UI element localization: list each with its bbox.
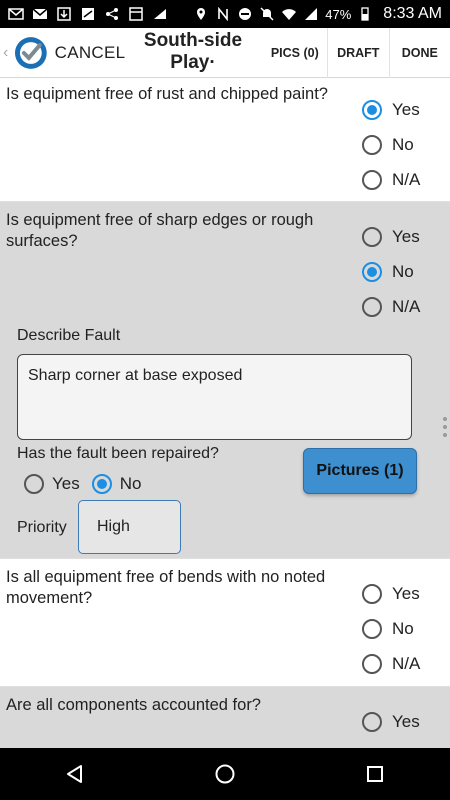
pictures-button[interactable]: Pictures (1) (303, 448, 417, 494)
option-yes[interactable]: Yes (362, 704, 420, 739)
repaired-options: Yes No (24, 471, 153, 497)
question-sharp-edges: Is equipment free of sharp edges or roug… (0, 202, 450, 559)
option-yes[interactable]: Yes (362, 576, 420, 611)
fault-description-input[interactable]: Sharp corner at base exposed (17, 354, 412, 440)
radio-yes[interactable] (362, 99, 382, 120)
clock: 8:33 AM (383, 5, 442, 22)
app-logo-icon[interactable] (13, 35, 49, 71)
repaired-question: Has the fault been repaired? (17, 445, 219, 462)
radio-repaired-yes[interactable] (24, 474, 44, 494)
cancel-button[interactable]: CANCEL (55, 43, 126, 63)
radio-yes[interactable] (362, 583, 382, 604)
priority-label: Priority (17, 519, 67, 536)
back-triangle-icon (67, 765, 82, 783)
cell-signal-icon (303, 7, 319, 21)
battery-percent: 47% (325, 6, 352, 22)
option-na[interactable]: N/A (362, 289, 420, 324)
priority-select[interactable]: High (78, 500, 181, 554)
status-bar: 47% 8:33 AM (0, 0, 450, 28)
app-header: ‹ CANCEL South-side Play· PICS (0) DRAFT… (0, 27, 450, 78)
nfc-icon (215, 7, 231, 21)
signal-shape-icon (152, 7, 168, 21)
answer-options: Yes No N/A (362, 92, 420, 197)
home-circle-icon (215, 764, 235, 784)
draft-button[interactable]: DRAFT (327, 27, 388, 78)
location-icon (193, 7, 209, 21)
option-no[interactable]: No (362, 611, 420, 646)
radio-no[interactable] (362, 618, 382, 639)
question-components: Are all components accounted for? Yes (0, 687, 450, 748)
option-na[interactable]: N/A (362, 646, 420, 681)
answer-options: Yes (362, 704, 420, 739)
share-icon (104, 7, 120, 21)
inspection-form[interactable]: Is equipment free of rust and chipped pa… (0, 78, 450, 748)
describe-fault-label: Describe Fault (17, 327, 121, 344)
question-bends: Is all equipment free of bends with no n… (0, 559, 450, 687)
nav-back-button[interactable] (55, 754, 95, 794)
nav-recents-button[interactable] (355, 754, 395, 794)
done-button[interactable]: DONE (388, 27, 450, 78)
radio-na[interactable] (362, 653, 382, 674)
drawer-handle[interactable] (440, 413, 450, 473)
calendar-icon (128, 7, 144, 21)
answer-options: Yes No N/A (362, 219, 420, 324)
option-yes[interactable]: Yes (362, 92, 420, 127)
question-text: Are all components accounted for? (6, 696, 261, 714)
radio-yes[interactable] (362, 226, 382, 247)
back-chevron-icon[interactable]: ‹ (3, 44, 11, 62)
question-text: Is equipment free of rust and chipped pa… (6, 85, 328, 103)
option-no[interactable]: No (362, 254, 420, 289)
battery-icon (357, 7, 373, 21)
option-na[interactable]: N/A (362, 162, 420, 197)
radio-na[interactable] (362, 296, 382, 317)
download-icon (56, 7, 72, 21)
repaired-option-no[interactable]: No (91, 471, 141, 497)
mute-icon (259, 7, 275, 21)
page-title: South-side Play· (143, 29, 243, 73)
radio-repaired-no[interactable] (91, 474, 112, 494)
question-text: Is all equipment free of bends with no n… (6, 568, 326, 607)
radio-yes[interactable] (362, 711, 382, 732)
system-nav-bar (0, 748, 450, 800)
radio-no[interactable] (362, 134, 382, 155)
gmail-icon (32, 7, 48, 21)
question-text: Is equipment free of sharp edges or roug… (6, 211, 314, 250)
recents-square-icon (367, 766, 383, 782)
pics-button[interactable]: PICS (0) (263, 28, 327, 78)
app-icon (80, 7, 96, 21)
answer-options: Yes No N/A (362, 576, 420, 681)
radio-na[interactable] (362, 169, 382, 190)
question-rust: Is equipment free of rust and chipped pa… (0, 78, 450, 202)
wifi-icon (281, 7, 297, 21)
option-no[interactable]: No (362, 127, 420, 162)
repaired-option-yes[interactable]: Yes (24, 471, 80, 497)
radio-no[interactable] (362, 261, 382, 282)
option-yes[interactable]: Yes (362, 219, 420, 254)
mail-icon (8, 7, 24, 21)
nav-home-button[interactable] (205, 754, 245, 794)
do-not-disturb-icon (237, 7, 253, 21)
